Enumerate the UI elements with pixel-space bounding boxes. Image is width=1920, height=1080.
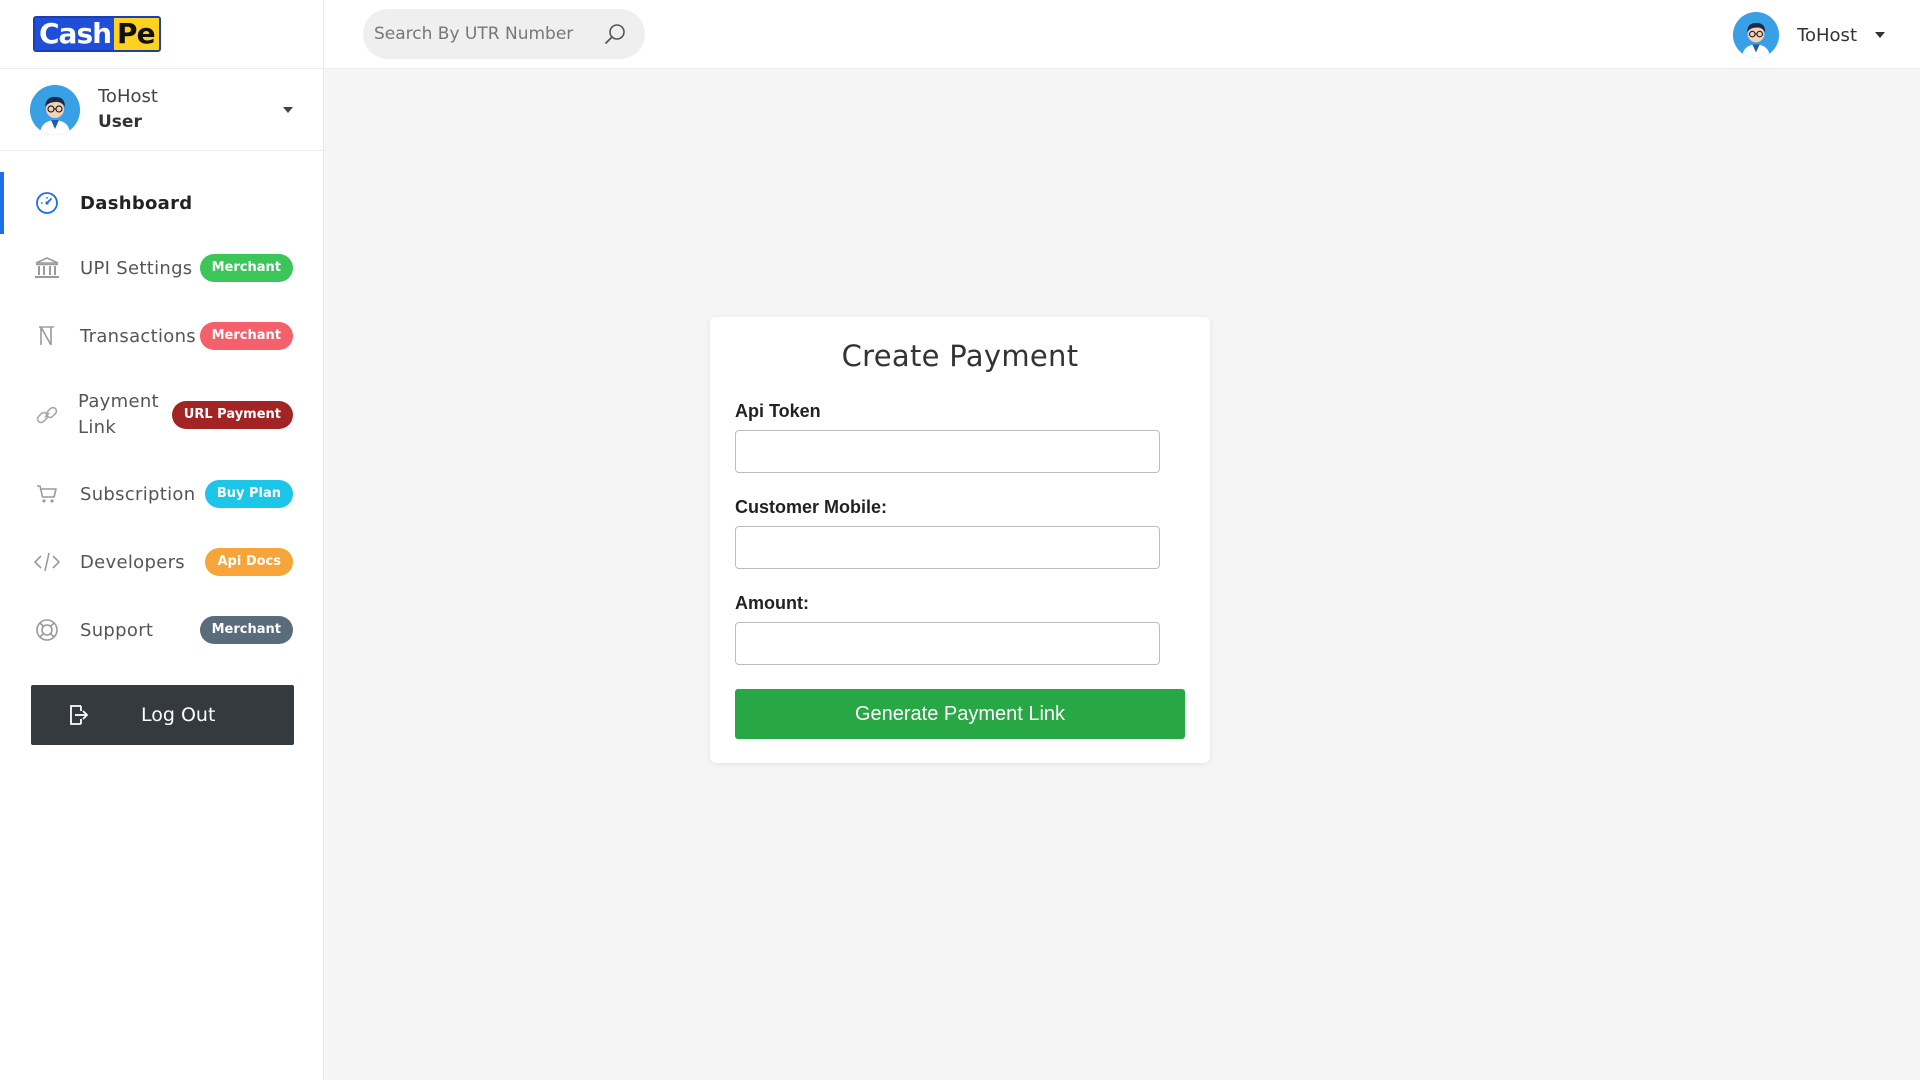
sidebar-item-dashboard[interactable]: Dashboard (0, 172, 323, 234)
amount-label: Amount: (735, 593, 809, 613)
search-icon[interactable] (603, 22, 627, 46)
sidebar-user-role: User (98, 111, 142, 132)
sidebar-user-name: ToHost (98, 85, 158, 107)
api-token-label: Api Token (735, 401, 821, 421)
header-user-name: ToHost (1797, 24, 1857, 46)
status-badge: Api Docs (205, 548, 293, 576)
customer-mobile-label: Customer Mobile: (735, 497, 888, 517)
api-token-field[interactable] (735, 430, 1160, 473)
bank-icon (33, 254, 61, 282)
rupee-icon (33, 322, 61, 350)
sidebar-user-text: ToHost User (98, 85, 158, 135)
header-user-menu[interactable]: ToHost (1733, 12, 1885, 58)
brand-bar: Cash Pe (0, 0, 323, 69)
sidebar-item-label: Developers (80, 551, 185, 573)
sidebar: Cash Pe ToHost User Dashboard UPI Settin… (0, 0, 324, 1080)
dashboard-icon (33, 189, 61, 217)
logout-icon (67, 703, 91, 727)
sidebar-item-subscription[interactable]: Subscription Buy Plan (0, 460, 323, 528)
search-input[interactable] (363, 23, 593, 45)
sidebar-item-payment-link[interactable]: Payment Link URL Payment (0, 370, 323, 460)
logout-label: Log Out (141, 704, 216, 726)
sidebar-item-transactions[interactable]: Transactions Merchant (0, 302, 323, 370)
cashpe-logo[interactable]: Cash Pe (33, 16, 161, 52)
status-badge: URL Payment (171, 401, 293, 429)
sidebar-item-label-line1: Payment (78, 391, 159, 412)
create-payment-card: Create Payment Api Token Customer Mobile… (710, 317, 1210, 763)
sidebar-item-label: UPI Settings (80, 257, 193, 279)
status-badge: Merchant (199, 322, 293, 350)
avatar (1733, 12, 1780, 58)
status-badge: Merchant (199, 254, 293, 282)
sidebar-item-developers[interactable]: Developers Api Docs (0, 528, 323, 596)
link-icon (33, 401, 61, 429)
logout-button[interactable]: Log Out (31, 685, 294, 745)
sidebar-item-label: Support (80, 619, 154, 641)
sidebar-item-label: Subscription (80, 483, 196, 505)
customer-mobile-field[interactable] (735, 526, 1160, 569)
logo-text-cash: Cash (35, 18, 115, 50)
sidebar-item-upi-settings[interactable]: UPI Settings Merchant (0, 234, 323, 302)
avatar (30, 84, 80, 135)
caret-down-icon (283, 107, 293, 113)
sidebar-item-label-line2: Link (78, 417, 117, 438)
card-title: Create Payment (841, 339, 1079, 373)
code-icon (33, 548, 61, 576)
sidebar-user-menu[interactable]: ToHost User (0, 69, 323, 151)
sidebar-nav: Dashboard UPI Settings Merchant Transact… (0, 172, 323, 664)
sidebar-item-label: Transactions (80, 325, 196, 347)
amount-field[interactable] (735, 622, 1160, 665)
generate-payment-link-button[interactable]: Generate Payment Link (735, 689, 1185, 739)
top-bar: ToHost (324, 0, 1920, 69)
logo-text-pe: Pe (114, 18, 159, 50)
status-badge: Buy Plan (204, 480, 293, 508)
sidebar-item-label: Dashboard (80, 192, 193, 214)
search-box (363, 9, 645, 59)
sidebar-item-label: Payment Link (78, 389, 159, 441)
caret-down-icon (1875, 32, 1885, 38)
lifebuoy-icon (33, 616, 61, 644)
status-badge: Merchant (199, 616, 293, 644)
sidebar-item-support[interactable]: Support Merchant (0, 596, 323, 664)
cart-icon (33, 480, 61, 508)
